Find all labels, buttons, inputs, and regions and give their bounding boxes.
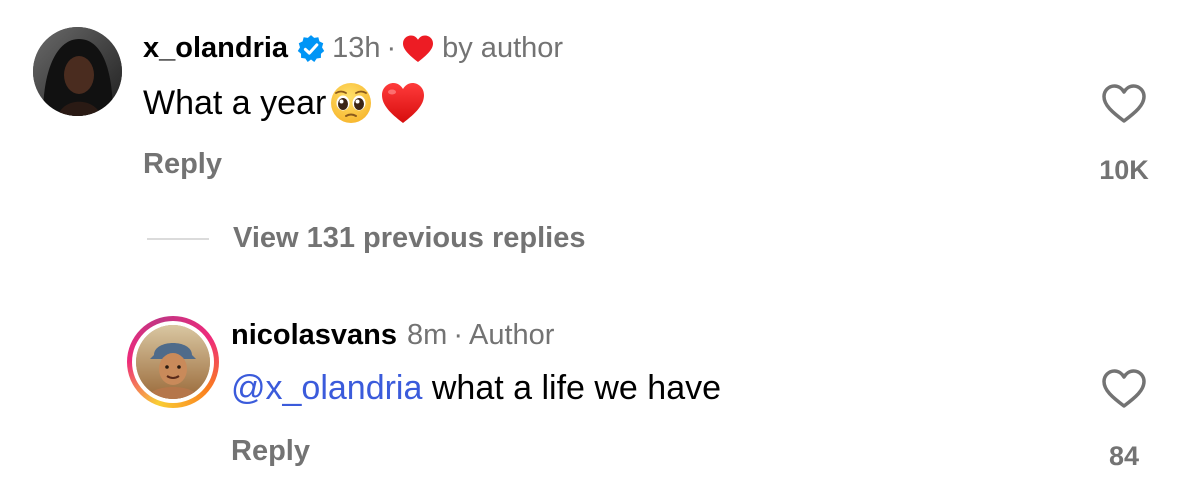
reply-button[interactable]: Reply: [231, 435, 310, 468]
like-heart-icon[interactable]: [1101, 83, 1147, 125]
author-badge: Author: [469, 319, 555, 351]
comment-text: What a year: [143, 83, 327, 122]
comment-body: @x_olandria what a life we have: [231, 369, 721, 408]
view-previous-replies[interactable]: View 131 previous replies: [147, 222, 586, 255]
like-count: 10K: [1099, 155, 1149, 185]
avatar[interactable]: [33, 27, 122, 116]
comment-time: 8m: [407, 319, 448, 351]
mention-link[interactable]: @x_olandria: [231, 369, 422, 408]
avatar: [136, 325, 210, 399]
avatar-photo: [33, 27, 122, 116]
comment-body: What a year: [143, 80, 426, 126]
avatar-story-ring[interactable]: [127, 316, 219, 408]
username[interactable]: x_olandria: [143, 32, 288, 65]
comment-text: what a life we have: [422, 369, 722, 407]
comment-header: x_olandria 13h · by author: [143, 32, 563, 65]
red-heart-emoji-icon: [380, 81, 426, 125]
comment-time: 13h: [332, 32, 381, 64]
heart-filled-icon: [402, 34, 434, 64]
comment-header: nicolasvans 8m · Author: [231, 319, 554, 352]
separator: ·: [386, 32, 397, 64]
avatar-photo: [136, 325, 210, 399]
verified-badge-icon: [296, 34, 326, 64]
pleading-face-emoji-icon: [328, 80, 374, 126]
liked-by-author-label: by author: [442, 32, 564, 64]
like-heart-icon[interactable]: [1101, 368, 1147, 410]
reply-button[interactable]: Reply: [143, 148, 222, 181]
divider-line: [147, 237, 209, 240]
view-replies-label[interactable]: View 131 previous replies: [233, 222, 586, 255]
separator: ·: [453, 319, 463, 351]
like-count: 84: [1108, 441, 1140, 471]
username[interactable]: nicolasvans: [231, 319, 397, 352]
